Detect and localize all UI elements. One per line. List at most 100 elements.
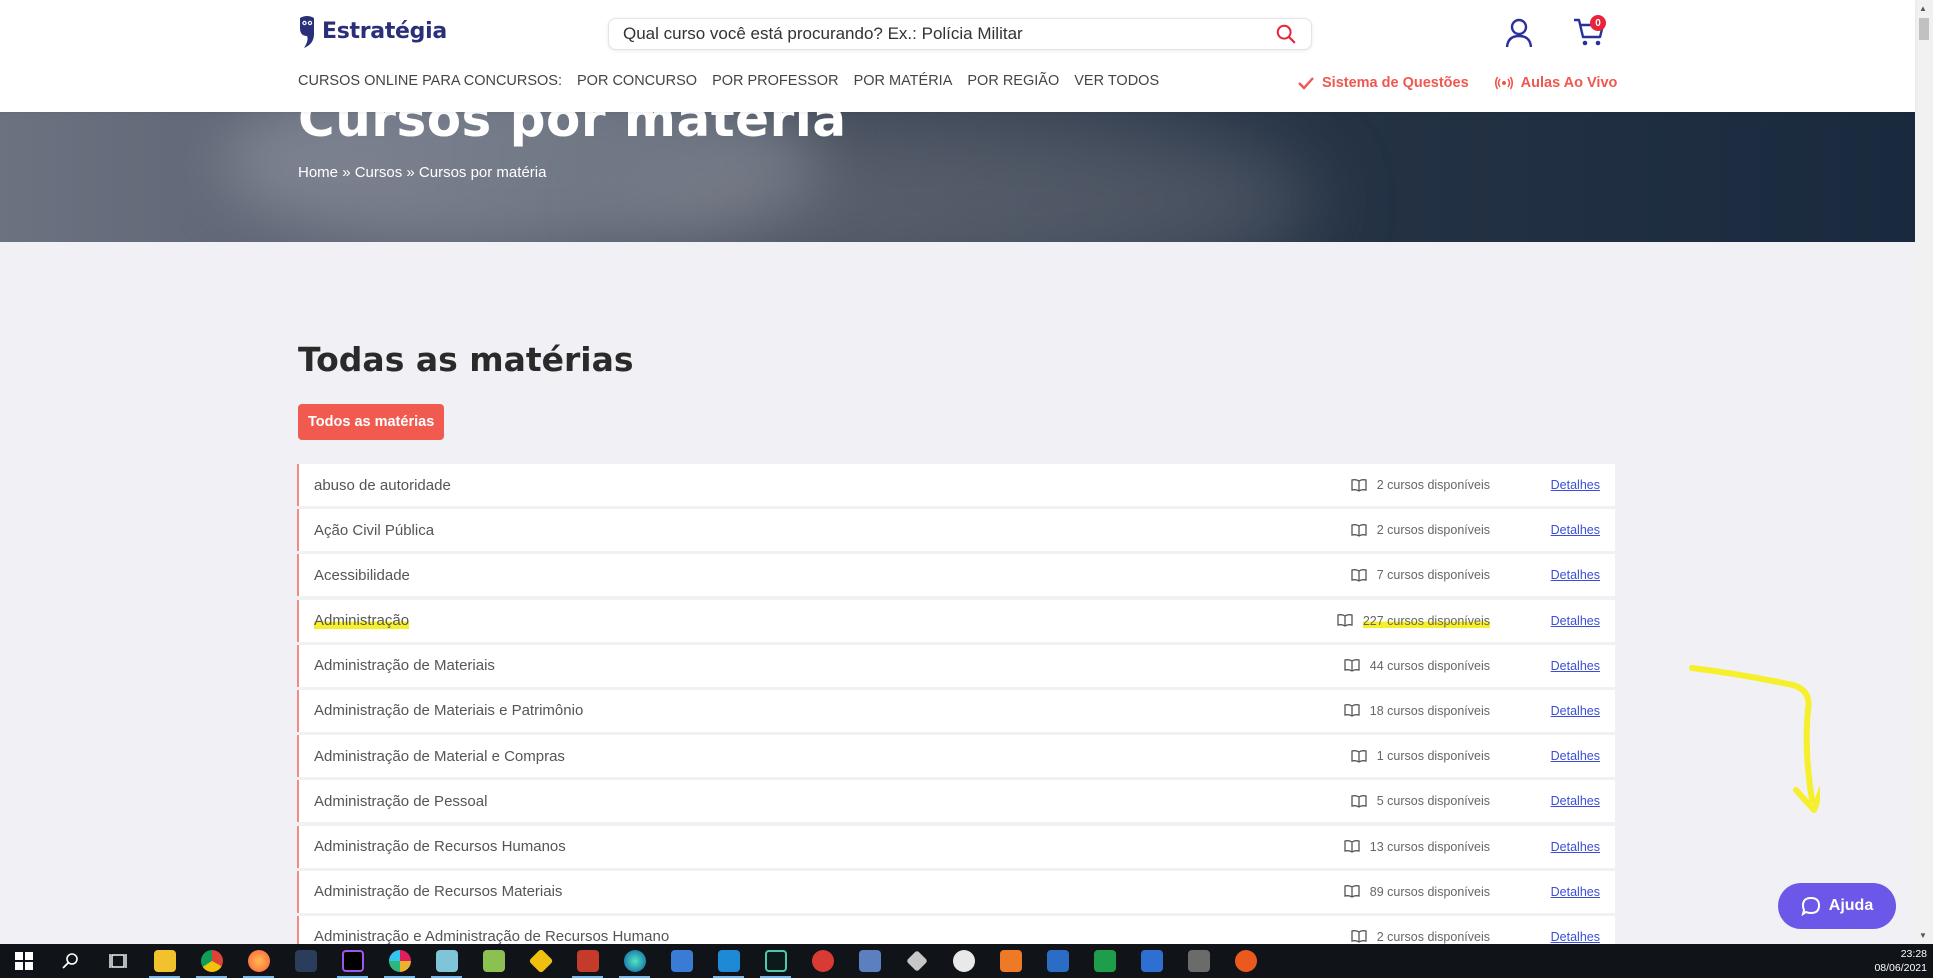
subject-list: abuso de autoridade 2 cursos disponíveis D… bbox=[297, 464, 1615, 961]
list-item[interactable]: Administração de Materiais 44 cursos disp… bbox=[297, 644, 1615, 687]
sistema-questoes-link[interactable]: Sistema de Questões bbox=[1298, 75, 1469, 91]
edge-icon[interactable] bbox=[611, 944, 658, 978]
subject-name: Administração e Administração de Recurso… bbox=[314, 928, 670, 946]
nav-label: CURSOS ONLINE PARA CONCURSOS: bbox=[298, 73, 563, 89]
course-count: 1 cursos disponíveis bbox=[1351, 749, 1490, 763]
breadcrumb-home[interactable]: Home bbox=[298, 164, 338, 181]
list-item[interactable]: Ação Civil Pública 2 cursos disponíveis De… bbox=[297, 509, 1615, 552]
course-count-text: 1 cursos disponíveis bbox=[1376, 749, 1490, 764]
course-count-text: 13 cursos disponíveis bbox=[1369, 839, 1490, 854]
subject-name: Administração de Materiais e Patrimônio bbox=[314, 702, 584, 720]
terminal-icon[interactable] bbox=[752, 944, 799, 978]
details-link[interactable]: Detalhes bbox=[1551, 614, 1600, 628]
list-item[interactable]: Administração de Materiais e Patrimônio 1… bbox=[297, 689, 1615, 732]
subject-name: Administração de Pessoal bbox=[314, 792, 488, 810]
list-item[interactable]: Administração de Material e Compras 1 cur… bbox=[297, 735, 1615, 778]
postman-icon[interactable] bbox=[564, 944, 611, 978]
firefox-icon[interactable] bbox=[235, 944, 282, 978]
breadcrumb-current: Cursos por matéria bbox=[418, 164, 547, 181]
scroll-down-icon[interactable]: ▼ bbox=[1919, 931, 1927, 940]
app-icon[interactable] bbox=[846, 944, 893, 978]
course-count: 44 cursos disponíveis bbox=[1344, 659, 1490, 673]
book-icon bbox=[1351, 478, 1367, 492]
course-count-text: 2 cursos disponíveis bbox=[1376, 478, 1490, 492]
file-explorer-icon[interactable] bbox=[141, 944, 188, 978]
vscode-icon[interactable] bbox=[705, 944, 752, 978]
list-item[interactable]: abuso de autoridade 2 cursos disponíveis D… bbox=[297, 464, 1615, 506]
list-item[interactable]: Administração de Recursos Humanos 13 curs… bbox=[297, 825, 1615, 868]
details-link[interactable]: Detalhes bbox=[1551, 659, 1600, 673]
header-quick-links: Sistema de Questões Aulas Ao Vivo bbox=[1298, 75, 1617, 91]
word-icon[interactable] bbox=[1034, 944, 1081, 978]
aulas-ao-vivo-label: Aulas Ao Vivo bbox=[1520, 75, 1618, 91]
app-icon[interactable] bbox=[658, 944, 705, 978]
aulas-ao-vivo-link[interactable]: Aulas Ao Vivo bbox=[1494, 75, 1618, 91]
details-link[interactable]: Detalhes bbox=[1551, 840, 1600, 854]
list-item[interactable]: Administração 227 cursos disponíveis Detal… bbox=[297, 599, 1615, 642]
clock-date: 08/06/2021 bbox=[1874, 962, 1927, 974]
course-count-text: 89 cursos disponíveis bbox=[1369, 884, 1490, 899]
git-gui-icon[interactable] bbox=[799, 944, 846, 978]
list-item[interactable]: Acessibilidade 7 cursos disponíveis Detalh… bbox=[297, 554, 1615, 597]
nav-ver-todos[interactable]: VER TODOS bbox=[1074, 73, 1159, 89]
search-icon[interactable] bbox=[1275, 23, 1297, 45]
details-link[interactable]: Detalhes bbox=[1551, 568, 1600, 582]
breadcrumb: Home » Cursos » Cursos por matéria bbox=[298, 164, 546, 181]
nav-por-professor[interactable]: POR PROFESSOR bbox=[712, 73, 839, 89]
details-link[interactable]: Detalhes bbox=[1551, 749, 1600, 763]
subject-name: Administração de Materiais bbox=[314, 657, 495, 675]
details-link[interactable]: Detalhes bbox=[1551, 478, 1600, 492]
page-scrollbar[interactable]: ▲ ▼ bbox=[1915, 0, 1933, 944]
live-broadcast-icon bbox=[1494, 76, 1513, 90]
sublime-icon[interactable] bbox=[987, 944, 1034, 978]
nav-por-regiao[interactable]: POR REGIÃO bbox=[967, 73, 1059, 89]
todas-materias-filter-button[interactable]: Todos as matérias bbox=[298, 404, 445, 440]
owl-logo-icon bbox=[300, 16, 314, 48]
brand-logo[interactable]: Estratégia bbox=[298, 14, 447, 48]
details-link[interactable]: Detalhes bbox=[1551, 704, 1600, 718]
search-icon[interactable] bbox=[47, 944, 94, 978]
app-icon[interactable] bbox=[893, 944, 940, 978]
nav-por-materia[interactable]: POR MATÉRIA bbox=[854, 73, 953, 89]
subject-name: Administração de Recursos Materiais bbox=[314, 883, 563, 901]
brand-name: Estratégia bbox=[322, 18, 447, 44]
task-view-icon[interactable] bbox=[94, 944, 141, 978]
details-link[interactable]: Detalhes bbox=[1551, 794, 1600, 808]
page-title: Cursos por matéria bbox=[298, 112, 847, 148]
app-icon[interactable] bbox=[282, 944, 329, 978]
course-count-text: 227 cursos disponíveis bbox=[1362, 613, 1490, 628]
nav-por-concurso[interactable]: POR CONCURSO bbox=[577, 73, 697, 89]
media-player-icon[interactable] bbox=[1128, 944, 1175, 978]
details-link[interactable]: Detalhes bbox=[1551, 523, 1600, 537]
jetbrains-icon[interactable] bbox=[329, 944, 376, 978]
checkmark-icon bbox=[1298, 77, 1314, 90]
course-count: 2 cursos disponíveis bbox=[1351, 930, 1490, 944]
details-link[interactable]: Detalhes bbox=[1551, 930, 1600, 944]
course-count-text: 2 cursos disponíveis bbox=[1376, 523, 1490, 538]
app-icon[interactable] bbox=[940, 944, 987, 978]
course-count-text: 44 cursos disponíveis bbox=[1369, 658, 1490, 673]
git-icon[interactable] bbox=[517, 944, 564, 978]
help-chat-button[interactable]: Ajuda bbox=[1778, 883, 1896, 929]
app-icon[interactable] bbox=[1222, 944, 1269, 978]
breadcrumb-cursos[interactable]: Cursos bbox=[355, 164, 403, 181]
user-account-icon[interactable] bbox=[1505, 18, 1533, 48]
subject-name: Ação Civil Pública bbox=[314, 521, 435, 539]
list-item[interactable]: Administração de Pessoal 5 cursos disponí… bbox=[297, 780, 1615, 823]
list-item[interactable]: Administração de Recursos Materiais 89 cu… bbox=[297, 870, 1615, 913]
scroll-up-icon[interactable]: ▲ bbox=[1919, 4, 1927, 13]
excel-icon[interactable] bbox=[1081, 944, 1128, 978]
system-clock[interactable]: 23:28 08/06/2021 bbox=[1874, 947, 1927, 975]
notepad-icon[interactable] bbox=[423, 944, 470, 978]
course-count: 89 cursos disponíveis bbox=[1344, 885, 1490, 899]
subject-name: Acessibilidade bbox=[314, 566, 410, 584]
windows-start-icon[interactable] bbox=[0, 944, 47, 978]
scrollbar-thumb[interactable] bbox=[1919, 18, 1929, 40]
search-input[interactable] bbox=[623, 24, 1275, 44]
details-link[interactable]: Detalhes bbox=[1551, 885, 1600, 899]
chrome-icon[interactable] bbox=[188, 944, 235, 978]
calculator-icon[interactable] bbox=[1175, 944, 1222, 978]
subject-name: Administração de Material e Compras bbox=[314, 747, 565, 765]
notepad-plus-icon[interactable] bbox=[470, 944, 517, 978]
slack-icon[interactable] bbox=[376, 944, 423, 978]
